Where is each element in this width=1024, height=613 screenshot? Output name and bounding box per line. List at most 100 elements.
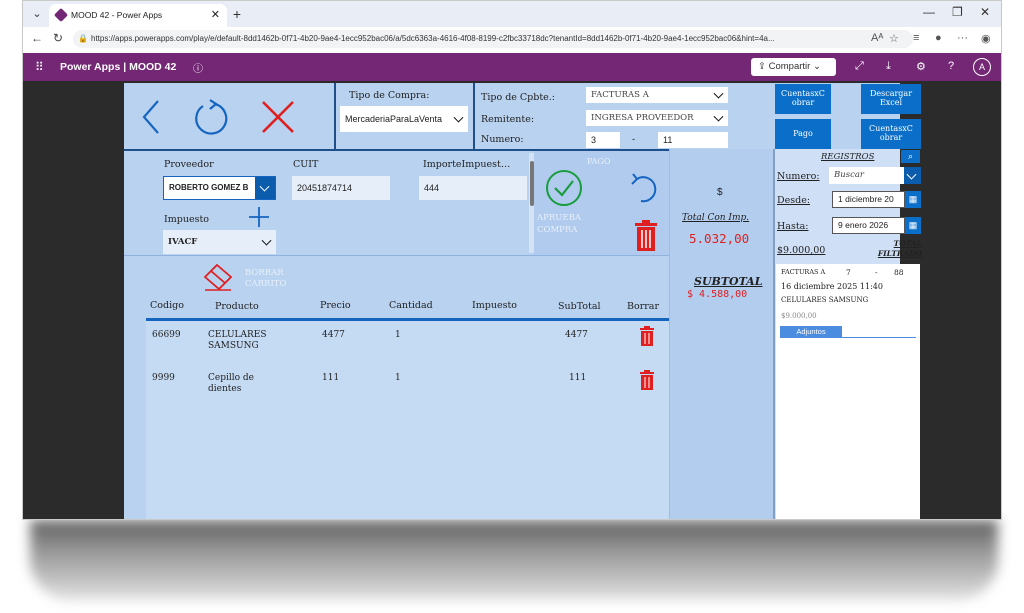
impuesto-dropdown[interactable]: IVACF <box>163 230 276 254</box>
tipo-compra-value: MercaderiaParaLaVenta <box>345 113 443 124</box>
subtotal-value: $ 4.588,00 <box>687 289 748 300</box>
numero-filter-dropdown[interactable]: Buscar <box>829 167 921 184</box>
minimize-icon[interactable]: — <box>923 5 935 19</box>
hasta-value: 9 enero 2026 <box>838 220 889 231</box>
chevron-down-icon: ⌄ <box>812 61 821 72</box>
tipo-cpbte-value: FACTURAS A <box>591 89 649 100</box>
powerapps-favicon-icon <box>53 7 69 23</box>
adjuntos-button[interactable]: Adjuntos <box>780 326 842 338</box>
cell-cantidad: 1 <box>395 373 401 383</box>
proveedor-dropdown[interactable]: ROBERTO GOMEZ B <box>163 176 276 200</box>
numero-prefix-input[interactable]: 3 <box>586 132 620 148</box>
cuit-input[interactable]: 20451874714 <box>292 176 390 200</box>
powerapps-label: Power Apps <box>60 61 121 73</box>
numero-filter-placeholder: Buscar <box>834 170 864 181</box>
registro-num-a: 7 <box>846 268 851 277</box>
divider <box>842 337 916 338</box>
cell-producto: CELULARES SAMSUNG <box>208 330 267 351</box>
numero-filter-label: Numero: <box>777 171 820 182</box>
read-aloud-icon[interactable]: Aᴬ <box>871 32 883 44</box>
search-icon[interactable]: ⌕ <box>901 150 920 163</box>
copilot-icon[interactable]: ◉ <box>981 32 991 45</box>
delete-row-trash-icon[interactable] <box>639 370 655 390</box>
share-button[interactable]: ⇪ Compartir ⌄ <box>751 58 836 76</box>
borrar-carrito-label[interactable]: BORRAR CARRITO <box>245 268 295 290</box>
numero-separator: - <box>632 134 636 145</box>
pago-button[interactable]: Pago <box>775 119 831 149</box>
registro-fecha: 16 diciembre 2025 11:40 <box>781 282 883 291</box>
registros-list: FACTURAS A 7 - 88 16 diciembre 2025 11:4… <box>776 264 920 519</box>
tab-strip: ⌄ MOOD 42 - Power Apps ✕ + — ❐ ✕ <box>23 1 1001 27</box>
tipo-compra-dropdown[interactable]: MercaderiaParaLaVenta <box>340 106 468 132</box>
close-tab-icon[interactable]: ✕ <box>211 4 220 26</box>
divider <box>124 255 669 256</box>
more-icon[interactable]: ··· <box>957 32 968 44</box>
calendar-icon[interactable]: ▦ <box>905 191 921 208</box>
browser-tab[interactable]: MOOD 42 - Power Apps ✕ <box>49 4 227 27</box>
tipo-cpbte-dropdown[interactable]: FACTURAS A <box>586 87 728 103</box>
tab-list-chevron-icon[interactable]: ⌄ <box>29 6 45 22</box>
desde-label: Desde: <box>777 195 811 206</box>
back-icon[interactable]: ← <box>31 31 43 45</box>
numero-label: Numero: <box>481 134 524 145</box>
cuentas-por-cobrar-button-2[interactable]: CuentasxC obrar <box>861 119 921 149</box>
title-separator: | <box>123 61 127 73</box>
descargar-excel-button[interactable]: Descargar Excel <box>861 84 921 114</box>
pago-label: PAGO <box>587 157 611 166</box>
app-name: MOOD 42 <box>129 61 177 73</box>
tab-title: MOOD 42 - Power Apps <box>71 10 163 20</box>
refresh-icon[interactable]: ↻ <box>53 31 63 45</box>
fit-to-window-icon[interactable]: ⤢ <box>855 60 864 73</box>
delete-row-trash-icon[interactable] <box>639 326 655 346</box>
hasta-date-input[interactable]: 9 enero 2026 <box>832 217 905 234</box>
delete-trash-icon[interactable] <box>633 219 659 253</box>
new-tab-icon[interactable]: + <box>229 6 245 22</box>
browser-window: ⌄ MOOD 42 - Power Apps ✕ + — ❐ ✕ ← ↻ 🔒 h… <box>22 0 1002 520</box>
remitente-dropdown[interactable]: INGRESA PROVEEDOR <box>586 110 728 126</box>
registro-monto: $9.000,00 <box>781 312 817 320</box>
refresh-icon[interactable] <box>190 97 232 139</box>
calendar-icon[interactable]: ▦ <box>905 217 921 234</box>
registro-num-b: 88 <box>894 268 904 277</box>
cuentas-por-cobrar-button[interactable]: CuentasxC obrar <box>775 84 831 114</box>
cuit-label: CUIT <box>293 159 319 170</box>
desde-date-input[interactable]: 1 diciembre 20 <box>832 191 905 208</box>
undo-icon[interactable] <box>629 171 659 207</box>
back-arrow-icon[interactable] <box>138 97 164 137</box>
app-launcher-icon[interactable]: ⠿ <box>35 60 44 74</box>
url-field[interactable]: 🔒 https://apps.powerapps.com/play/e/defa… <box>73 30 913 48</box>
col-header-borrar: Borrar <box>627 301 659 312</box>
profile-icon[interactable]: ● <box>935 32 942 44</box>
numero-value: 11 <box>663 134 673 145</box>
info-icon[interactable]: ⓘ <box>193 60 203 75</box>
numero-input[interactable]: 11 <box>658 132 728 148</box>
window-shadow <box>30 520 998 600</box>
importe-impuesto-input[interactable]: 444 <box>419 176 527 200</box>
total-filtrado-label: TOTAL FILTRADO <box>877 239 922 258</box>
favorites-list-icon[interactable]: ≡ <box>913 32 919 44</box>
cell-cantidad: 1 <box>395 330 401 340</box>
total-con-imp-label: Total Con Imp. <box>682 213 750 223</box>
close-window-icon[interactable]: ✕ <box>980 5 990 19</box>
cell-subtotal: 111 <box>569 373 587 383</box>
subtotal-label: SUBTOTAL <box>694 275 763 288</box>
impuesto-label: Impuesto <box>164 214 209 225</box>
download-icon[interactable]: ⤓ <box>886 60 891 73</box>
aprueba-compra-label: APRUEBA COMPRA <box>537 213 582 235</box>
favorite-star-icon[interactable]: ☆ <box>889 32 899 45</box>
col-header-codigo: Codigo <box>150 300 184 311</box>
settings-gear-icon[interactable]: ⚙ <box>916 60 926 73</box>
registro-producto: CELULARES SAMSUNG <box>781 296 869 304</box>
cancel-x-icon[interactable] <box>260 99 296 135</box>
help-icon[interactable]: ? <box>948 60 954 72</box>
remitente-label: Remitente: <box>481 114 535 125</box>
col-header-cantidad: Cantidad <box>389 300 433 311</box>
add-plus-icon[interactable] <box>247 205 271 229</box>
app-title: Power Apps | MOOD 42 <box>60 61 176 73</box>
total-filtrado-value: $9.000,00 <box>777 245 826 256</box>
restore-icon[interactable]: ❐ <box>952 5 963 19</box>
eraser-icon[interactable] <box>201 263 233 291</box>
user-avatar[interactable]: A <box>973 58 991 76</box>
lock-icon: 🔒 <box>78 34 88 43</box>
approve-check-icon[interactable] <box>545 169 583 207</box>
